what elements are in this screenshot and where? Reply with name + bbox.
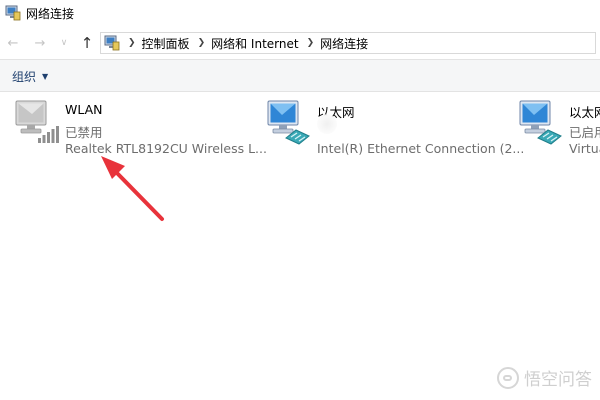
breadcrumb-chevron-icon[interactable]: ❯	[128, 38, 136, 48]
address-bar[interactable]: ❯ 控制面板 ❯ 网络和 Internet ❯ 网络连接	[100, 32, 596, 54]
blurred-region	[317, 114, 337, 134]
chevron-down-icon: ▼	[42, 72, 49, 81]
navigation-bar: ← → ∨ ↑ ❯ 控制面板 ❯ 网络和 Internet ❯ 网络连接	[0, 28, 600, 58]
connection-name: 以太网	[569, 105, 600, 120]
command-bar: 组织 ▼	[0, 59, 600, 92]
back-arrow-icon[interactable]: ←	[4, 33, 22, 53]
connections-view: WLAN 已禁用 Realtek RTL8192CU Wireless L...…	[0, 92, 600, 400]
connection-status: 已禁用	[65, 125, 103, 140]
connection-item-ethernet[interactable]: 以太网 Intel(R) Ethernet Connection (2...	[264, 98, 524, 158]
recent-locations-chevron-icon[interactable]: ∨	[58, 33, 70, 53]
title-bar: 网络连接	[0, 0, 600, 27]
network-connections-icon	[104, 35, 120, 51]
organize-button[interactable]: 组织 ▼	[12, 68, 48, 85]
connection-status: 已启用	[569, 125, 600, 140]
breadcrumb-control-panel[interactable]: 控制面板	[142, 35, 190, 52]
breadcrumb-network-internet[interactable]: 网络和 Internet	[211, 35, 298, 52]
window-title: 网络连接	[26, 7, 75, 21]
up-arrow-icon[interactable]: ↑	[78, 33, 96, 53]
organize-label: 组织	[12, 70, 37, 84]
ethernet-adapter-icon	[519, 100, 562, 145]
network-connections-icon	[5, 5, 21, 21]
breadcrumb-chevron-icon[interactable]: ❯	[198, 38, 206, 48]
connection-item-wlan[interactable]: WLAN 已禁用 Realtek RTL8192CU Wireless L...	[12, 98, 267, 158]
watermark: 悟空问答	[497, 365, 592, 390]
connection-device: Virtua	[569, 141, 600, 156]
chat-bubble-icon	[497, 366, 519, 389]
watermark-text: 悟空问答	[524, 370, 592, 390]
ethernet-adapter-icon	[267, 100, 310, 145]
forward-arrow-icon[interactable]: →	[31, 33, 49, 53]
connection-name: WLAN	[65, 102, 103, 117]
connection-item-ethernet-2[interactable]: 以太网 已启用 Virtua	[516, 98, 600, 158]
breadcrumb-chevron-icon[interactable]: ❯	[307, 38, 315, 48]
connection-device: Realtek RTL8192CU Wireless L...	[65, 141, 267, 156]
connection-device: Intel(R) Ethernet Connection (2...	[317, 141, 525, 156]
wireless-adapter-icon	[15, 100, 59, 143]
breadcrumb-network-connections[interactable]: 网络连接	[320, 35, 368, 52]
